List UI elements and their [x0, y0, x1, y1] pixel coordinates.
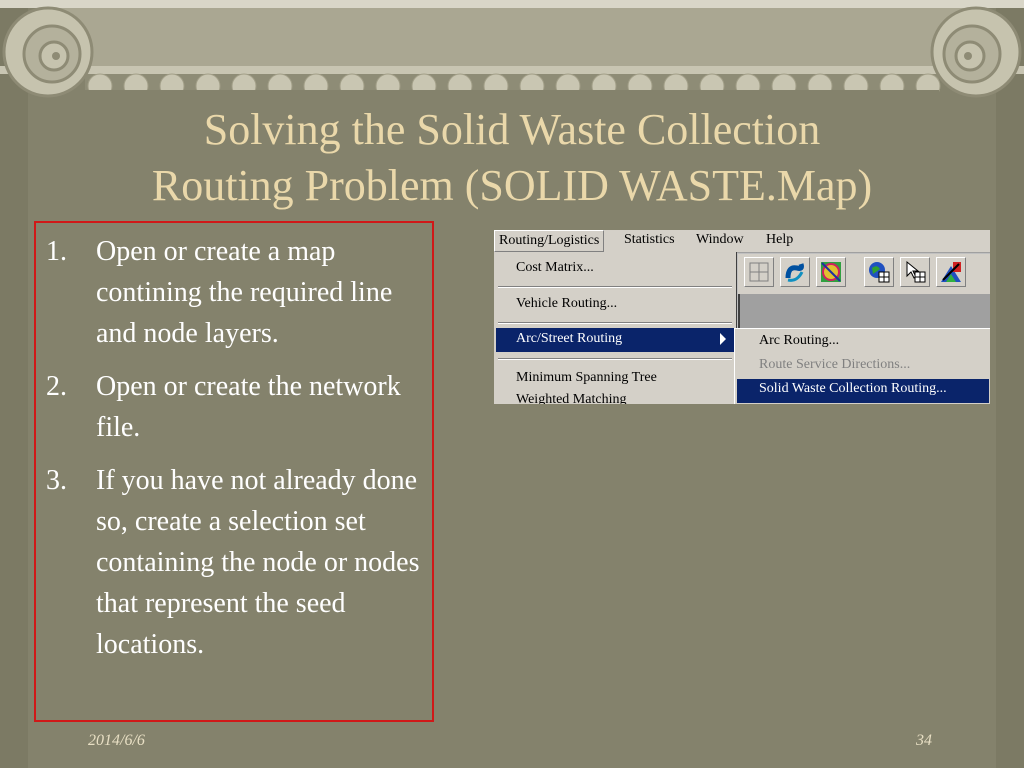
- menu-help[interactable]: Help: [766, 232, 793, 248]
- step-number: 1.: [46, 236, 67, 267]
- menu-separator: [498, 322, 732, 324]
- menu-item-label: Solid Waste Collection Routing...: [759, 381, 947, 396]
- menu-item-arc-street-routing[interactable]: Arc/Street Routing: [496, 328, 734, 352]
- menu-item-vehicle-routing[interactable]: Vehicle Routing...: [516, 296, 617, 312]
- color-map-icon[interactable]: [936, 257, 966, 287]
- menu-item-minimum-spanning-tree[interactable]: Minimum Spanning Tree: [516, 370, 657, 386]
- app-screenshot: Routing/Logistics Statistics Window Help…: [494, 230, 990, 404]
- step-number: 3.: [46, 465, 67, 496]
- app-toolbar: [738, 254, 990, 294]
- step-text: Open or create the network file.: [96, 371, 401, 443]
- menu-item-label: Arc/Street Routing: [516, 331, 623, 346]
- globe-grid-icon[interactable]: [864, 257, 894, 287]
- steps-list: 1. Open or create a map contining the re…: [36, 231, 432, 665]
- menu-separator: [498, 358, 732, 360]
- map-palette-icon[interactable]: [816, 257, 846, 287]
- slide-date: 2014/6/6: [88, 732, 145, 749]
- app-menubar: Routing/Logistics Statistics Window Help: [494, 230, 990, 253]
- grid-icon[interactable]: [744, 257, 774, 287]
- left-column-decoration: [0, 0, 28, 768]
- menu-item-route-service-directions[interactable]: Route Service Directions...: [759, 357, 910, 373]
- routing-dropdown-menu: Cost Matrix... Vehicle Routing... Arc/St…: [494, 252, 737, 404]
- slide-page-number: 34: [916, 732, 932, 749]
- step-number: 2.: [46, 371, 67, 402]
- arc-street-submenu: Arc Routing... Route Service Directions.…: [734, 328, 990, 404]
- route-shape-icon[interactable]: [780, 257, 810, 287]
- menu-item-solid-waste-collection-routing[interactable]: Solid Waste Collection Routing...: [737, 379, 989, 403]
- slide-title-line2: Routing Problem (SOLID WASTE.Map): [151, 161, 873, 210]
- workspace-area: [738, 294, 990, 328]
- menu-separator: [498, 286, 732, 288]
- menu-item-arc-routing[interactable]: Arc Routing...: [759, 333, 839, 349]
- slide-title-line1: Solving the Solid Waste Collection: [203, 105, 821, 154]
- step-item: 3. If you have not already done so, crea…: [36, 460, 432, 665]
- menu-item-weighted-matching[interactable]: Weighted Matching: [516, 392, 626, 404]
- step-text: If you have not already done so, create …: [96, 465, 420, 660]
- submenu-arrow-icon: [720, 333, 726, 345]
- steps-textbox: 1. Open or create a map contining the re…: [34, 221, 434, 722]
- slide-title: Solving the Solid Waste Collection Routi…: [60, 102, 964, 214]
- step-item: 1. Open or create a map contining the re…: [36, 231, 432, 354]
- step-item: 2. Open or create the network file.: [36, 366, 432, 448]
- right-column-decoration: [996, 0, 1024, 768]
- step-text: Open or create a map contining the requi…: [96, 236, 393, 349]
- menu-routing-logistics[interactable]: Routing/Logistics: [494, 230, 605, 252]
- menu-statistics[interactable]: Statistics: [624, 232, 675, 248]
- ionic-capital-decoration: [0, 0, 1024, 100]
- pointer-grid-icon[interactable]: [900, 257, 930, 287]
- menu-item-cost-matrix[interactable]: Cost Matrix...: [516, 260, 594, 276]
- menu-window[interactable]: Window: [696, 232, 744, 248]
